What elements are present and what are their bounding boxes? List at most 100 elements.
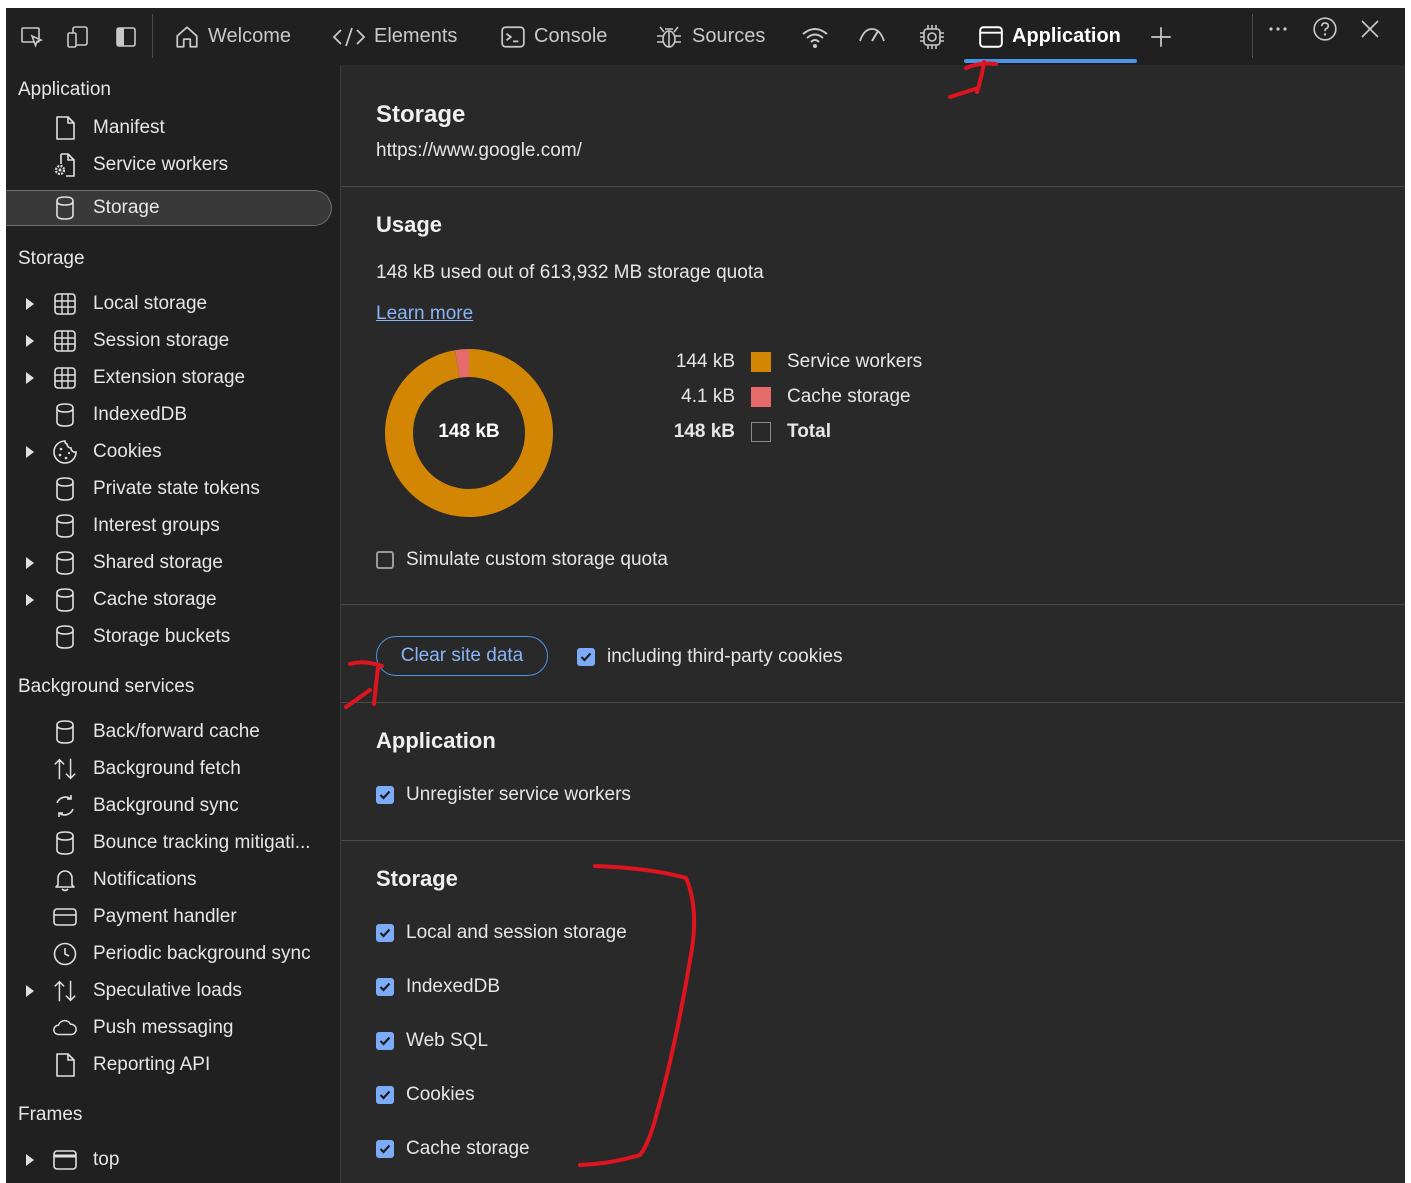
section-divider [341,702,1405,703]
sidebar-item-service-workers[interactable]: Service workers [6,146,340,183]
sidebar-item-label: Cookies [93,440,162,462]
section-title-frames: Frames [18,1104,83,1125]
sidebar-item-push-messaging[interactable]: Push messaging [6,1009,340,1046]
expand-arrow-icon[interactable] [26,984,34,997]
legend-label: Total [787,421,831,442]
simulate-quota-checkbox[interactable] [376,551,394,569]
sidebar-item-label: Private state tokens [93,477,260,499]
sidebar-item-label: Speculative loads [93,979,242,1001]
expand-arrow-icon[interactable] [26,1153,34,1166]
sidebar-item-label: Interest groups [93,514,220,536]
home-icon [174,24,200,50]
sidebar-item-background-sync[interactable]: Background sync [6,787,340,824]
database-icon [52,624,78,650]
sidebar-item-label: Cache storage [93,588,217,610]
inspect-element-icon[interactable] [20,8,44,65]
sidebar-item-cache-storage[interactable]: Cache storage [6,581,340,618]
checkbox-label: Cookies [406,1084,475,1105]
web-sql-checkbox[interactable] [376,1032,394,1050]
origin-url: https://www.google.com/ [376,140,582,161]
more-tabs-plus-icon[interactable] [1148,8,1174,65]
checkbox-label: IndexedDB [406,976,501,997]
sidebar-item-private-state-tokens[interactable]: Private state tokens [6,470,340,507]
performance-icon[interactable] [856,8,888,65]
up-down-arrows-icon [52,978,78,1004]
sidebar-item-extension-storage[interactable]: Extension storage [6,359,340,396]
usage-summary: 148 kB used out of 613,932 MB storage qu… [376,262,764,283]
indexeddb-checkbox[interactable] [376,978,394,996]
sidebar-item-speculative-loads[interactable]: Speculative loads [6,972,340,1009]
sidebar-item-storage-buckets[interactable]: Storage buckets [6,618,340,655]
donut-center-label: 148 kB [438,421,500,442]
network-icon[interactable] [800,8,830,65]
tab-label: Welcome [208,25,291,47]
expand-arrow-icon[interactable] [26,445,34,458]
device-emulation-icon[interactable] [66,8,90,65]
sidebar-item-label: top [93,1148,120,1170]
application-icon [978,24,1004,50]
expand-arrow-icon[interactable] [26,371,34,384]
sidebar-item-back-forward-cache[interactable]: Back/forward cache [6,713,340,750]
sidebar-item-reporting-api[interactable]: Reporting API [6,1046,340,1083]
expand-arrow-icon[interactable] [26,334,34,347]
sidebar-item-shared-storage[interactable]: Shared storage [6,544,340,581]
tab-sources[interactable]: Sources [654,8,765,65]
storage-panel: Storage https://www.google.com/ Usage 14… [341,65,1405,1183]
tab-application[interactable]: Application [978,8,1121,65]
sidebar-item-local-storage[interactable]: Local storage [6,285,340,322]
frame-icon [52,1147,78,1173]
toolbar-divider [1252,14,1253,58]
tab-label: Application [1012,25,1121,47]
help-icon[interactable] [1312,8,1338,57]
console-icon [500,24,526,50]
database-icon [52,402,78,428]
memory-chip-icon[interactable] [918,8,946,65]
tab-welcome[interactable]: Welcome [174,8,291,65]
dock-side-icon[interactable] [114,8,138,65]
unregister-service-workers-checkbox[interactable] [376,786,394,804]
tab-console[interactable]: Console [500,8,607,65]
local-and-session-storage-checkbox[interactable] [376,924,394,942]
application-section-title: Application [376,728,496,753]
legend-value: 144 kB [675,351,735,372]
database-icon [52,719,78,745]
legend-label: Service workers [787,351,923,372]
file-icon [52,115,78,141]
cookies-checkbox[interactable] [376,1086,394,1104]
expand-arrow-icon[interactable] [26,593,34,606]
database-icon [52,550,78,576]
sidebar-item-background-fetch[interactable]: Background fetch [6,750,340,787]
sidebar-item-cookies[interactable]: Cookies [6,433,340,470]
sidebar-item-manifest[interactable]: Manifest [6,109,340,146]
tab-elements[interactable]: Elements [332,8,457,65]
page-title: Storage [376,101,466,128]
sidebar-item-indexeddb[interactable]: IndexedDB [6,396,340,433]
devtools-window: Welcome Elements Console Sources Applica… [6,8,1405,1183]
cookie-icon [52,439,78,465]
learn-more-link[interactable]: Learn more [376,303,473,325]
sidebar-item-top[interactable]: top [6,1141,340,1178]
third-party-cookies-checkbox[interactable] [577,648,595,666]
sidebar-item-storage[interactable]: Storage [6,190,332,226]
legend-swatch [751,352,771,372]
sidebar-item-bounce-tracking-mitigati[interactable]: Bounce tracking mitigati... [6,824,340,861]
sidebar-item-session-storage[interactable]: Session storage [6,322,340,359]
storage-section-title: Storage [376,866,458,891]
more-options-icon[interactable] [1266,8,1290,57]
section-divider [341,840,1405,841]
close-icon[interactable] [1358,8,1382,57]
expand-arrow-icon[interactable] [26,297,34,310]
expand-arrow-icon[interactable] [26,556,34,569]
sidebar-item-periodic-background-sync[interactable]: Periodic background sync [6,935,340,972]
cache-storage-checkbox[interactable] [376,1140,394,1158]
clear-site-data-button[interactable]: Clear site data [376,636,548,676]
tab-label: Elements [374,25,458,47]
sidebar-item-notifications[interactable]: Notifications [6,861,340,898]
sidebar-item-label: Background fetch [93,757,241,779]
toolbar-divider [152,14,153,58]
sidebar-item-interest-groups[interactable]: Interest groups [6,507,340,544]
legend-value: 148 kB [673,421,735,442]
database-icon [52,195,78,221]
sidebar-item-payment-handler[interactable]: Payment handler [6,898,340,935]
simulate-quota-label: Simulate custom storage quota [406,549,668,570]
